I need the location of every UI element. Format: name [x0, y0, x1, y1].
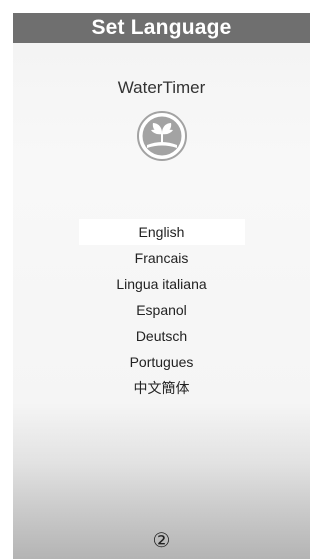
language-option-portugues[interactable]: Portugues — [79, 349, 245, 375]
language-list: English Francais Lingua italiana Espanol… — [13, 219, 310, 401]
main-panel: WaterTimer English Francais Lingua itali… — [13, 43, 310, 559]
language-option-italiano[interactable]: Lingua italiana — [79, 271, 245, 297]
language-option-english[interactable]: English — [78, 219, 245, 245]
page-indicator: ② — [152, 530, 171, 552]
language-option-deutsch[interactable]: Deutsch — [79, 323, 245, 349]
plant-sprout-icon — [137, 111, 187, 161]
app-name: WaterTimer — [117, 78, 206, 97]
language-option-chinese-simplified[interactable]: 中文簡体 — [79, 375, 245, 401]
language-option-francais[interactable]: Francais — [79, 245, 245, 271]
language-option-espanol[interactable]: Espanol — [79, 297, 245, 323]
title-bar: Set Language — [13, 13, 310, 43]
page-title: Set Language — [91, 16, 232, 39]
